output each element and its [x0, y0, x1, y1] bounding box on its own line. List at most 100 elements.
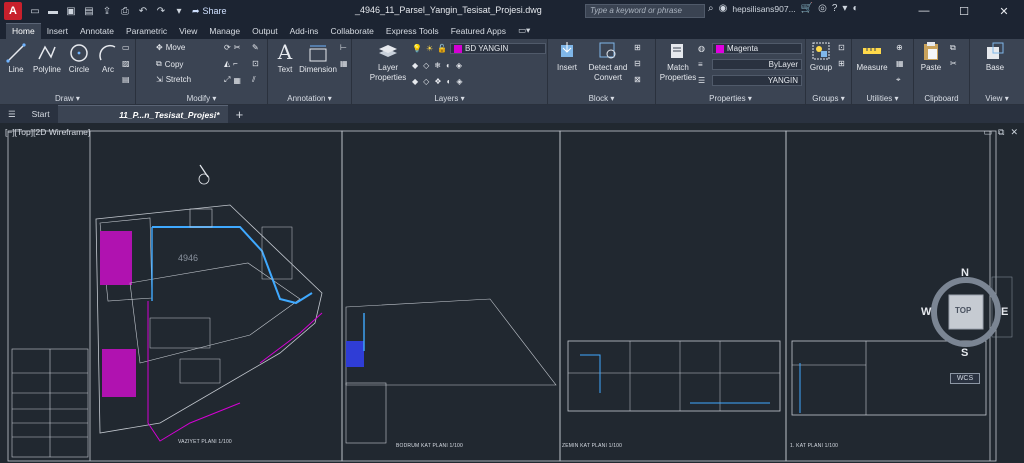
rotate-tool[interactable]: ⟳ ✂ [224, 43, 240, 52]
layer-unisolate-icon[interactable]: ◇ [423, 61, 429, 70]
layer-unlock-icon[interactable]: ◐ [446, 77, 451, 86]
text-button[interactable]: A Text [274, 41, 296, 75]
plot-icon[interactable]: ⎙ [118, 4, 132, 18]
qat-dropdown-icon[interactable]: ▾ [172, 4, 186, 18]
layer-previous-icon[interactable]: ◇ [423, 77, 429, 86]
erase-tool[interactable]: ✎ [252, 43, 259, 52]
tab-featured-apps[interactable]: Featured Apps [445, 24, 512, 39]
tab-add-ins[interactable]: Add-ins [284, 24, 325, 39]
user-icon[interactable]: ◉ [719, 3, 728, 14]
web-upload-icon[interactable]: ⇪ [100, 4, 114, 18]
color-dropdown[interactable]: Magenta [712, 43, 802, 54]
copy-clip-icon[interactable]: ⧉ [950, 43, 956, 53]
layer-walk-icon[interactable]: ◈ [456, 77, 462, 86]
modify-panel-title[interactable]: Modify ▾ [136, 94, 267, 103]
group-button[interactable]: Group [808, 41, 834, 73]
match-properties-button[interactable]: Match Properties [658, 41, 698, 83]
tab-insert[interactable]: Insert [41, 24, 74, 39]
layers-panel-title[interactable]: Layers ▾ [352, 94, 547, 103]
explode-tool[interactable]: ⊡ [252, 59, 259, 68]
scale-tool[interactable]: ⤢ ▦ [224, 75, 241, 85]
help-icon[interactable]: ? [832, 3, 838, 14]
id-point-icon[interactable]: ⌖ [896, 75, 901, 85]
open-folder-icon[interactable]: ▬ [46, 4, 60, 18]
autodesk-app-icon[interactable]: ◎ [818, 3, 827, 14]
mirror-tool[interactable]: ◭ ⌐ [224, 59, 238, 68]
clipboard-panel-title[interactable]: Clipboard [914, 94, 969, 103]
gradient-tool[interactable]: ▤ [122, 75, 130, 84]
table-tool[interactable]: ▦ [340, 59, 348, 68]
user-name[interactable]: hepsilisans907... [732, 4, 795, 14]
insert-button[interactable]: Insert [552, 41, 582, 73]
detect-convert-button[interactable]: Detect and Convert [586, 41, 630, 83]
create-block-tool[interactable]: ⊞ [634, 43, 641, 52]
cart-icon[interactable]: 🛒 [801, 3, 813, 14]
color-wheel-icon[interactable]: ◍ [698, 44, 705, 53]
start-tab[interactable]: Start [24, 105, 58, 123]
quick-select-icon[interactable]: ⊕ [896, 43, 903, 52]
viewcube[interactable]: TOP N S E W [921, 267, 1008, 359]
measure-button[interactable]: Measure [854, 41, 890, 73]
circle-button[interactable]: Circle [66, 43, 92, 75]
cut-icon[interactable]: ✂ [950, 59, 957, 68]
layer-iso-icon[interactable]: ◆ [412, 61, 418, 70]
move-button[interactable]: ✥ Move [156, 43, 185, 52]
layer-dropdown[interactable]: BD YANGIN [450, 43, 546, 54]
annotation-panel-title[interactable]: Annotation ▾ [268, 94, 351, 103]
line-button[interactable]: Line [4, 43, 28, 75]
copy-button[interactable]: ⧉ Copy [156, 59, 183, 69]
group-edit-icon[interactable]: ⊞ [838, 59, 845, 68]
ribbon-options-icon[interactable]: ▭▾ [512, 23, 536, 39]
block-panel-title[interactable]: Block ▾ [548, 94, 655, 103]
new-file-icon[interactable]: ▭ [28, 4, 42, 18]
stretch-button[interactable]: ⇲ Stretch [156, 75, 191, 84]
tab-view[interactable]: View [173, 24, 203, 39]
lightbulb-icon[interactable]: 💡 [412, 44, 422, 53]
leader-tool[interactable]: ⊢ [340, 43, 347, 52]
minimize-icon[interactable]: — [904, 0, 944, 22]
maximize-icon[interactable]: ☐ [944, 0, 984, 22]
lineweight-dropdown[interactable]: YANGIN [712, 75, 802, 86]
layer-freeze-icon[interactable]: ❄ [434, 61, 441, 70]
undo-icon[interactable]: ↶ [136, 4, 150, 18]
save-as-icon[interactable]: ▤ [82, 4, 96, 18]
tab-annotate[interactable]: Annotate [74, 24, 120, 39]
search-input[interactable]: Type a keyword or phrase [585, 4, 705, 18]
calculator-icon[interactable]: ▦ [896, 59, 904, 68]
tab-express-tools[interactable]: Express Tools [380, 24, 445, 39]
tab-output[interactable]: Output [246, 24, 284, 39]
layer-off-icon[interactable]: ◐ [446, 61, 451, 70]
edit-block-tool[interactable]: ⊟ [634, 59, 641, 68]
hatch-tool[interactable]: ▨ [122, 59, 130, 68]
polyline-button[interactable]: Polyline [30, 43, 64, 75]
new-tab-button[interactable]: + [228, 105, 252, 123]
tab-manage[interactable]: Manage [203, 24, 246, 39]
edit-attributes-tool[interactable]: ⊠ [634, 75, 641, 84]
properties-panel-title[interactable]: Properties ▾ [656, 94, 805, 103]
search-icon[interactable]: ⌕ [708, 3, 714, 14]
autocad-logo[interactable]: A [4, 2, 22, 20]
ungroup-icon[interactable]: ⊡ [838, 43, 845, 52]
layer-make-current-icon[interactable]: ◈ [456, 61, 462, 70]
tab-collaborate[interactable]: Collaborate [324, 24, 379, 39]
base-button[interactable]: Base [978, 41, 1012, 73]
drawing-canvas[interactable]: [−][Top][2D Wireframe] ▭ ⧉ ✕ 4946 VAZIYE… [0, 123, 1024, 463]
lock-icon[interactable]: 🔓 [437, 44, 447, 53]
dimension-button[interactable]: Dimension [298, 43, 338, 75]
draw-panel-title[interactable]: Draw ▾ [0, 94, 135, 103]
close-icon[interactable]: ✕ [984, 0, 1024, 22]
active-drawing-tab[interactable]: 11_P...n_Tesisat_Projesi* [57, 105, 228, 123]
sun-icon[interactable]: ☀ [426, 44, 433, 53]
hamburger-menu-icon[interactable]: ☰ [0, 105, 24, 123]
compass-south[interactable]: S [961, 347, 968, 359]
wcs-menu[interactable]: WCS [950, 373, 980, 384]
layer-properties-button[interactable]: Layer Properties [366, 41, 410, 83]
redo-icon[interactable]: ↷ [154, 4, 168, 18]
compass-east[interactable]: E [1001, 306, 1008, 318]
compass-west[interactable]: W [921, 306, 931, 318]
view-panel-title[interactable]: View ▾ [970, 94, 1024, 103]
tab-home[interactable]: Home [6, 23, 41, 39]
learning-icon[interactable]: ◐ [852, 3, 858, 14]
save-icon[interactable]: ▣ [64, 4, 78, 18]
tab-parametric[interactable]: Parametric [120, 24, 173, 39]
